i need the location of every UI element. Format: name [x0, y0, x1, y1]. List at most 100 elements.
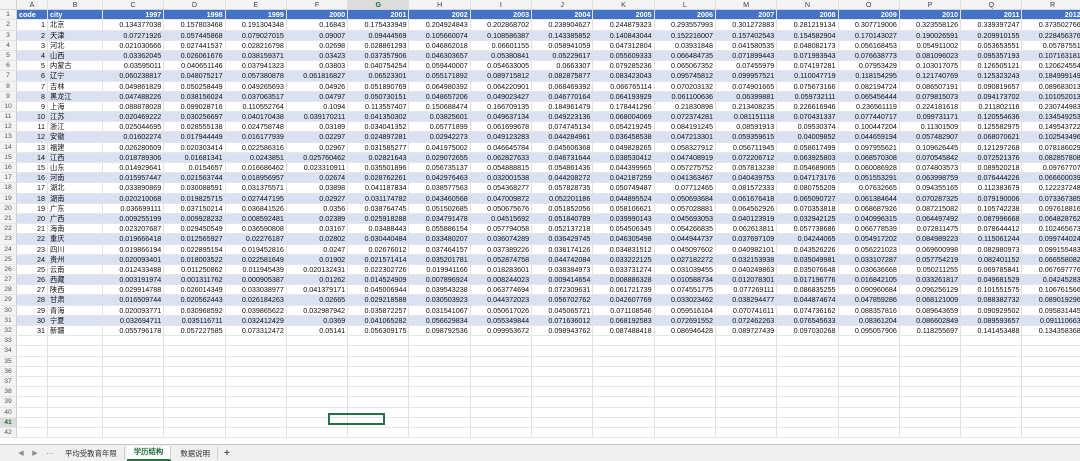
code-cell[interactable]: 4	[17, 50, 48, 62]
value-cell[interactable]: 0.078186029	[1022, 143, 1080, 153]
value-cell[interactable]: 0.036458538	[593, 132, 655, 143]
empty-cell[interactable]	[225, 407, 287, 418]
value-cell[interactable]: 0.065067352	[654, 61, 716, 72]
empty-cell[interactable]	[470, 427, 533, 439]
empty-cell[interactable]	[654, 356, 716, 367]
value-cell[interactable]: 0.09007	[286, 30, 349, 41]
value-cell[interactable]: 0.050749487	[593, 183, 655, 194]
value-cell[interactable]: 0.033107287	[838, 254, 900, 265]
sheet-tab-education-structure[interactable]: 学历结构	[126, 445, 172, 461]
empty-cell[interactable]	[164, 427, 226, 439]
value-cell[interactable]: 0.091110663	[1022, 315, 1080, 326]
value-cell[interactable]: 0.075673166	[777, 81, 839, 92]
value-cell[interactable]: 0.149543722	[1022, 122, 1080, 133]
value-cell[interactable]: 0.020093401	[103, 254, 165, 265]
value-cell[interactable]: 0.052874758	[470, 254, 533, 265]
value-cell[interactable]: 0.052137218	[532, 224, 594, 235]
value-cell[interactable]: 0.01902	[286, 254, 349, 265]
value-cell[interactable]: 0.020093771	[103, 305, 165, 316]
value-cell[interactable]: 0.066484735	[654, 50, 716, 62]
empty-cell[interactable]	[715, 366, 778, 377]
value-cell[interactable]: 0.101052013	[1022, 91, 1080, 102]
empty-cell[interactable]	[1022, 397, 1080, 408]
value-cell[interactable]: 0.041065282	[348, 315, 410, 326]
empty-cell[interactable]	[164, 346, 226, 357]
empty-cell[interactable]	[899, 376, 962, 388]
column-header-c[interactable]: C	[103, 0, 165, 10]
empty-cell[interactable]	[1022, 367, 1080, 377]
value-cell[interactable]: 0.184961479	[532, 101, 594, 113]
code-cell[interactable]: 14	[17, 152, 48, 163]
empty-cell[interactable]	[409, 427, 471, 439]
empty-cell[interactable]	[48, 397, 103, 408]
value-cell[interactable]: 0.031541067	[409, 305, 471, 316]
empty-cell[interactable]	[961, 397, 1023, 408]
value-cell[interactable]: 0.009414654	[532, 275, 594, 286]
empty-cell[interactable]	[103, 427, 165, 439]
value-cell[interactable]: 0.088878028	[103, 101, 165, 113]
value-cell[interactable]: 0.088357816	[838, 305, 900, 316]
value-cell[interactable]: 0.086835255	[777, 285, 839, 296]
value-cell[interactable]: 0.016177939	[225, 132, 287, 143]
value-cell[interactable]: 0.051840789	[532, 213, 594, 225]
empty-cell[interactable]	[838, 336, 900, 347]
table-header-cell[interactable]: 1998	[164, 10, 226, 21]
value-cell[interactable]: 0.081572333	[715, 183, 778, 194]
value-cell[interactable]: 0.074736162	[777, 305, 839, 316]
value-cell[interactable]: 0.086602849	[899, 315, 962, 326]
empty-cell[interactable]	[532, 427, 594, 439]
value-cell[interactable]: 0.113557407	[348, 101, 410, 113]
empty-cell[interactable]	[1022, 377, 1080, 388]
value-cell[interactable]: 0.039990143	[593, 213, 655, 225]
empty-cell[interactable]	[470, 397, 533, 408]
value-cell[interactable]: 0.02665	[286, 295, 349, 306]
value-cell[interactable]: 0.079815073	[899, 91, 962, 102]
value-cell[interactable]: 0.057828735	[532, 183, 594, 194]
empty-cell[interactable]	[409, 397, 471, 408]
city-cell[interactable]: 青海	[48, 305, 103, 316]
empty-cell[interactable]	[103, 397, 165, 408]
empty-cell[interactable]	[961, 376, 1023, 388]
value-cell[interactable]: 0.056711945	[715, 142, 778, 153]
value-cell[interactable]: 0.038577563	[409, 183, 471, 194]
row-number[interactable]: 40	[0, 407, 17, 418]
empty-cell[interactable]	[48, 356, 103, 367]
value-cell[interactable]: 0.015957447	[103, 173, 165, 184]
value-cell[interactable]: 0.045065721	[532, 305, 594, 316]
value-cell[interactable]: 0.082875877	[532, 71, 594, 82]
value-cell[interactable]: 0.060238817	[103, 71, 165, 82]
value-cell[interactable]: 0.238904627	[532, 20, 594, 31]
column-header-l[interactable]: L	[654, 0, 716, 10]
code-cell[interactable]: 13	[17, 142, 48, 153]
value-cell[interactable]: 0.029450549	[164, 224, 226, 235]
empty-cell[interactable]	[961, 417, 1023, 428]
value-cell[interactable]: 0.072811475	[899, 224, 962, 235]
empty-cell[interactable]	[164, 407, 226, 418]
value-cell[interactable]: 0.050693684	[654, 193, 716, 204]
value-cell[interactable]: 0.074551775	[654, 285, 716, 296]
value-cell[interactable]: 0.054506345	[593, 224, 655, 235]
value-cell[interactable]: 0.323558126	[899, 20, 962, 31]
value-cell[interactable]: 0.064980392	[409, 81, 471, 92]
code-cell[interactable]: 27	[17, 285, 48, 296]
value-cell[interactable]: 0.072309631	[532, 285, 594, 296]
value-cell[interactable]: 0.028861293	[348, 40, 410, 51]
value-cell[interactable]: 0.07953429	[838, 61, 900, 72]
value-cell[interactable]: 0.044208272	[532, 173, 594, 184]
empty-cell[interactable]	[48, 417, 103, 428]
empty-cell[interactable]	[103, 387, 165, 398]
empty-cell[interactable]	[225, 427, 287, 439]
empty-cell[interactable]	[17, 387, 48, 398]
empty-cell[interactable]	[17, 407, 48, 418]
value-cell[interactable]: 0.010588734	[654, 275, 716, 286]
column-header-n[interactable]: N	[777, 0, 839, 10]
empty-cell[interactable]	[348, 407, 410, 418]
value-cell[interactable]: 0.057227585	[164, 326, 226, 337]
table-header-cell[interactable]: 2006	[654, 10, 716, 21]
empty-cell[interactable]	[532, 417, 594, 428]
value-cell[interactable]: 0.339397247	[961, 20, 1023, 31]
column-header-b[interactable]: B	[48, 0, 103, 10]
row-number[interactable]: 18	[0, 183, 17, 194]
empty-cell[interactable]	[17, 397, 48, 408]
row-number[interactable]: 16	[0, 163, 17, 174]
